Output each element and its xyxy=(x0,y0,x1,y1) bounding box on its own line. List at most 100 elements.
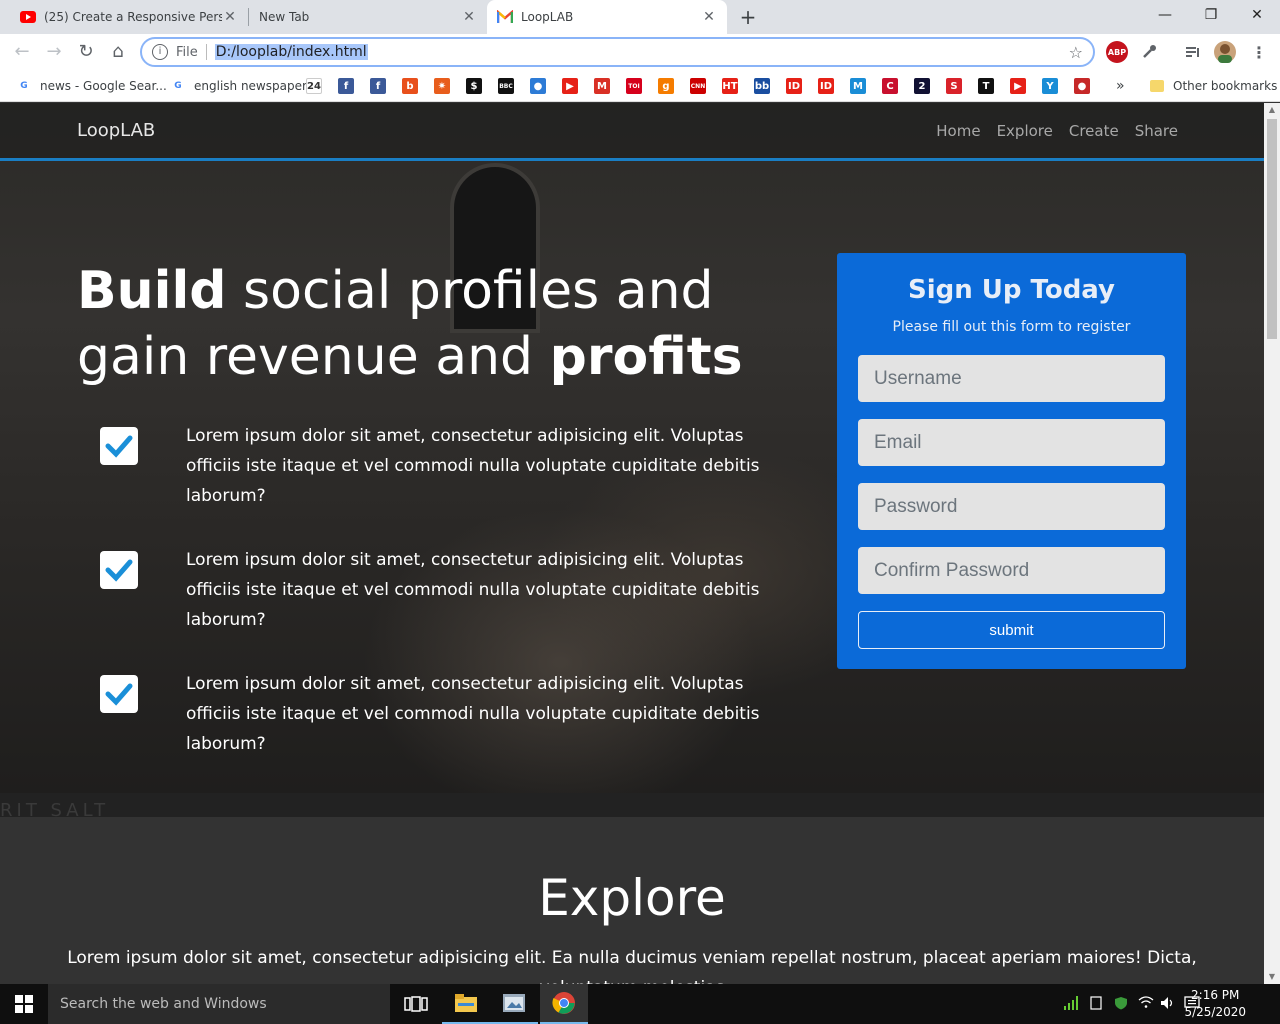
taskbar-search[interactable]: Search the web and Windows xyxy=(48,984,390,1024)
tab-title: LoopLAB xyxy=(521,10,574,24)
tab-close-icon[interactable]: ✕ xyxy=(222,9,238,25)
bookmark-site-17[interactable]: ID xyxy=(818,77,834,95)
bookmark-site-3[interactable]: f xyxy=(370,77,386,95)
tab-youtube[interactable]: (25) Create a Responsive Persona ✕ xyxy=(10,0,248,34)
bookmark-news-google[interactable]: G news - Google Sear... xyxy=(16,77,166,95)
eyedropper-extension-icon[interactable] xyxy=(1138,41,1160,63)
scroll-up-arrow-icon[interactable]: ▲ xyxy=(1264,103,1280,117)
file-explorer-icon[interactable] xyxy=(442,984,490,1024)
confirm-password-input[interactable] xyxy=(858,547,1165,594)
bookmark-favicon-icon: C xyxy=(882,78,898,94)
bookmark-site-8[interactable]: ● xyxy=(530,77,546,95)
bookmark-site-24[interactable]: Y xyxy=(1042,77,1058,95)
reload-button[interactable]: ↻ xyxy=(74,40,98,64)
tab-close-icon[interactable]: ✕ xyxy=(701,9,717,25)
window-close-button[interactable]: ✕ xyxy=(1234,0,1280,30)
bookmark-english-newspaper[interactable]: G english newspaper xyxy=(170,77,307,95)
home-button[interactable]: ⌂ xyxy=(106,40,130,64)
bookmark-site-19[interactable]: C xyxy=(882,77,898,95)
gmail-m-icon xyxy=(497,9,513,25)
hero-headline: Build social profiles and gain revenue a… xyxy=(77,258,797,390)
scrollbar-thumb[interactable] xyxy=(1267,119,1277,339)
brand-logo[interactable]: LoopLAB xyxy=(77,120,155,141)
bookmark-site-20[interactable]: 2 xyxy=(914,77,930,95)
browser-toolbar: ← → ↻ ⌂ i File D:/looplab/index.html ☆ A… xyxy=(0,34,1280,70)
nav-link-share[interactable]: Share xyxy=(1135,122,1178,140)
bookmark-site-14[interactable]: HT xyxy=(722,77,738,95)
bookmark-site-13[interactable]: CNN xyxy=(690,77,706,95)
submit-button[interactable]: submit xyxy=(858,611,1165,649)
scheme-label: File xyxy=(176,44,198,60)
tab-new-tab[interactable]: New Tab ✕ xyxy=(249,0,487,34)
headline-bold-profits: profits xyxy=(549,327,743,387)
nav-link-explore[interactable]: Explore xyxy=(997,122,1053,140)
page-viewport: RIT SALT LoopLAB Home Explore Create Sha… xyxy=(0,103,1264,984)
media-queue-icon[interactable] xyxy=(1182,41,1204,63)
bookmark-site-16[interactable]: ID xyxy=(786,77,802,95)
bookmark-site-9[interactable]: ▶ xyxy=(562,77,578,95)
signal-strength-icon[interactable] xyxy=(1064,996,1080,1013)
bookmark-favicon-icon: ID xyxy=(786,78,802,94)
info-icon[interactable]: i xyxy=(152,44,168,60)
chrome-icon[interactable] xyxy=(540,984,588,1024)
email-input[interactable] xyxy=(858,419,1165,466)
scroll-down-arrow-icon[interactable]: ▼ xyxy=(1264,970,1280,984)
bookmark-site-1[interactable]: 24 xyxy=(306,77,322,95)
bookmark-site-25[interactable]: ● xyxy=(1074,77,1090,95)
bookmark-star-icon[interactable]: ☆ xyxy=(1069,43,1083,62)
other-bookmarks-label: Other bookmarks xyxy=(1173,79,1278,93)
new-tab-button[interactable]: + xyxy=(736,5,760,29)
volume-icon[interactable] xyxy=(1160,996,1176,1013)
wifi-icon[interactable] xyxy=(1138,996,1154,1011)
google-icon: G xyxy=(20,81,28,91)
restore-button[interactable]: ❐ xyxy=(1188,0,1234,30)
bookmark-site-15[interactable]: bb xyxy=(754,77,770,95)
bookmark-site-4[interactable]: b xyxy=(402,77,418,95)
bookmark-site-21[interactable]: S xyxy=(946,77,962,95)
tab-strip: (25) Create a Responsive Persona ✕ New T… xyxy=(0,0,1280,34)
signup-title: Sign Up Today xyxy=(907,275,1116,305)
check-icon xyxy=(100,427,138,465)
bookmark-site-12[interactable]: g xyxy=(658,77,674,95)
password-input[interactable] xyxy=(858,483,1165,530)
check-icon xyxy=(100,675,138,713)
tab-looplab[interactable]: LoopLAB ✕ xyxy=(487,0,727,34)
bookmarks-bar: G news - Google Sear... G english newspa… xyxy=(0,70,1280,102)
profile-avatar-icon[interactable] xyxy=(1214,41,1236,63)
bookmark-site-11[interactable]: TOI xyxy=(626,77,642,95)
page-scrollbar[interactable]: ▲ ▼ xyxy=(1264,103,1280,984)
bookmark-site-22[interactable]: T xyxy=(978,77,994,95)
username-input[interactable] xyxy=(858,355,1165,402)
bookmarks-overflow-button[interactable]: » xyxy=(1116,77,1125,95)
nav-link-create[interactable]: Create xyxy=(1069,122,1119,140)
app-window-icon[interactable] xyxy=(490,984,538,1024)
tab-close-icon[interactable]: ✕ xyxy=(461,9,477,25)
bookmark-site-18[interactable]: M xyxy=(850,77,866,95)
bookmark-favicon-icon: g xyxy=(658,78,674,94)
bookmark-site-7[interactable]: BBC xyxy=(498,77,514,95)
bookmark-site-5[interactable]: ✷ xyxy=(434,77,450,95)
bookmark-site-23[interactable]: ▶ xyxy=(1010,77,1026,95)
back-button[interactable]: ← xyxy=(10,40,34,64)
browser-menu-icon[interactable]: ⋮ xyxy=(1248,41,1270,63)
nav-link-home[interactable]: Home xyxy=(936,122,980,140)
adblock-plus-icon[interactable]: ABP xyxy=(1106,41,1128,63)
forward-button[interactable]: → xyxy=(42,40,66,64)
bookmark-site-10[interactable]: M xyxy=(594,77,610,95)
bookmark-favicon-icon: bb xyxy=(754,78,770,94)
bookmark-site-2[interactable]: f xyxy=(338,77,354,95)
security-shield-icon[interactable] xyxy=(1114,996,1128,1013)
address-bar[interactable]: i File D:/looplab/index.html ☆ xyxy=(140,37,1095,67)
other-bookmarks-folder[interactable]: Other bookmarks xyxy=(1150,77,1277,95)
minimize-button[interactable]: — xyxy=(1142,0,1188,30)
battery-icon[interactable] xyxy=(1090,996,1102,1013)
bookmark-favicon-icon: ▶ xyxy=(1010,78,1026,94)
windows-start-button[interactable] xyxy=(0,984,48,1024)
action-center-icon[interactable] xyxy=(1184,996,1200,1013)
bookmark-favicon-icon: $ xyxy=(466,78,482,94)
bookmark-favicon-icon: 24 xyxy=(306,78,322,94)
task-view-icon[interactable] xyxy=(392,984,440,1024)
explore-title: Explore xyxy=(538,869,726,927)
bookmark-site-6[interactable]: $ xyxy=(466,77,482,95)
url-text[interactable]: D:/looplab/index.html xyxy=(214,44,368,60)
